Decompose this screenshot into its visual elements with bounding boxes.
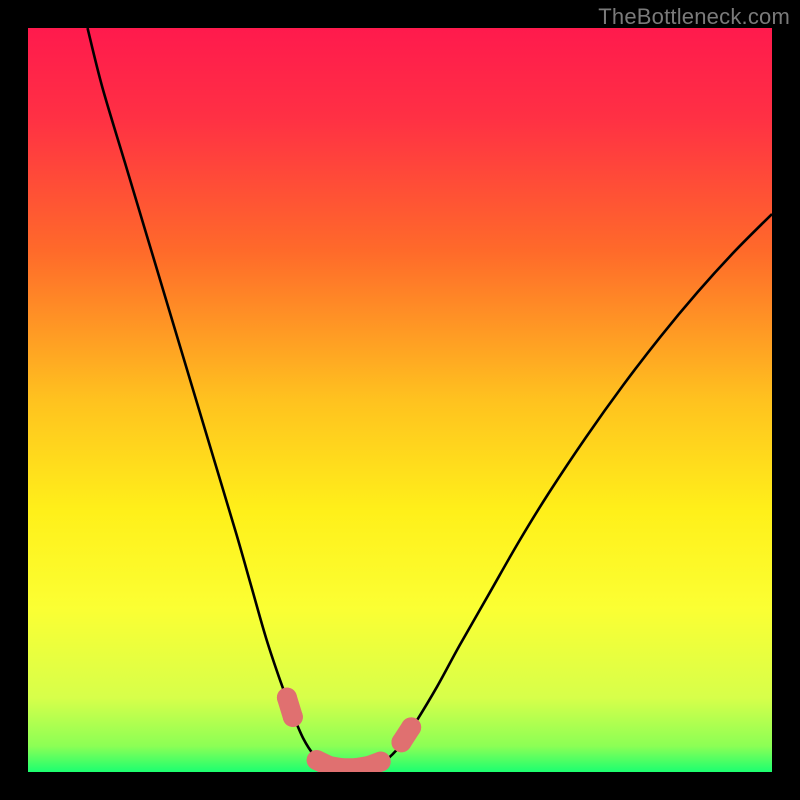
marker-dot (371, 752, 391, 772)
marker-dot (283, 707, 303, 727)
marker-dot (401, 717, 421, 737)
gradient-background (28, 28, 772, 772)
chart-frame: TheBottleneck.com (0, 0, 800, 800)
watermark-text: TheBottleneck.com (598, 4, 790, 30)
marker-dot (277, 688, 297, 708)
chart-svg (28, 28, 772, 772)
plot-area (28, 28, 772, 772)
